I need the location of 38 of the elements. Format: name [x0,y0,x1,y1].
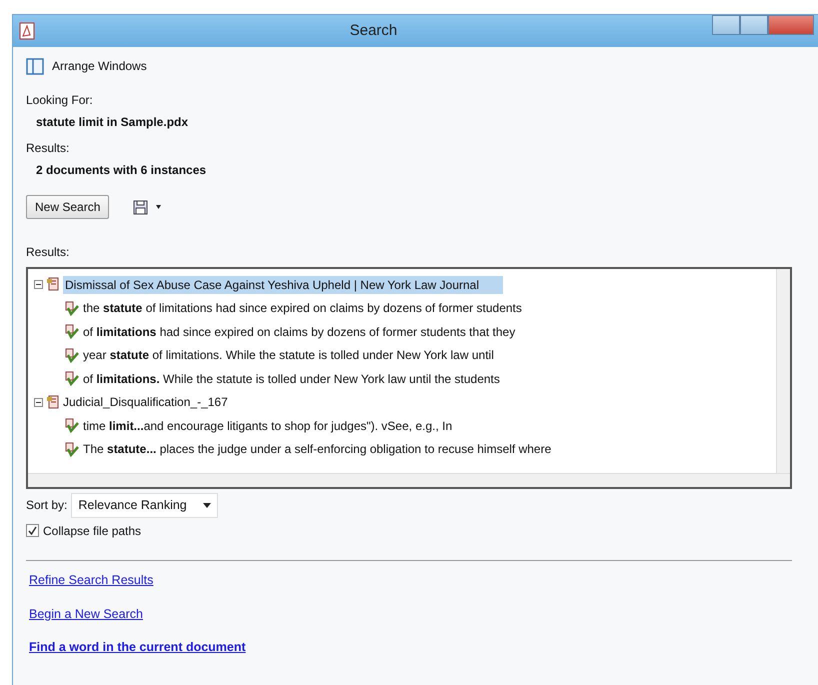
collapse-toggle-icon[interactable] [34,398,43,407]
results-summary: 2 documents with 6 instances [35,162,208,179]
window-title: Search [348,20,398,41]
checkbox-label[interactable]: Collapse file paths [43,522,142,540]
collapse-toggle-icon[interactable] [34,280,43,290]
horizontal-scrollbar[interactable] [28,473,790,487]
pdf-document-icon [46,394,60,410]
vertical-scrollbar[interactable] [776,269,790,473]
save-dropdown-button[interactable] [133,200,162,214]
result-snippet[interactable]: of limitations had since expired on claims by dozens of former students that they [83,322,516,341]
result-snippet[interactable]: the statute of limitations had since expired on claims by dozens of former students [83,299,522,318]
results-label: Results: [26,140,70,157]
collapse-paths-checkbox[interactable] [26,524,39,538]
minimize-button[interactable] [712,15,740,35]
document-title[interactable]: Judicial_Disqualification_-_167 [63,393,228,412]
task-link[interactable]: Find a word in the current document [29,638,246,657]
result-snippet[interactable]: year statute of limitations. While the statute is tolled under New York law until [83,346,494,364]
window-layout-icon [26,58,44,74]
task-link[interactable]: Refine Search Results [29,570,154,590]
result-snippet[interactable]: of limitations. While the statute is tolled under New York law until the students [83,370,500,388]
results-list-label: Results: [26,244,70,261]
document-title[interactable]: Dismissal of Sex Abuse Case Against Yeshiva Upheld | New York Law Journal [63,276,504,294]
sort-label: Sort by: [26,497,68,514]
caret-icon [202,502,211,508]
sort-dropdown[interactable]: Relevance Ranking [71,493,218,518]
caret-icon [156,205,162,209]
pdf-icon [19,22,35,40]
close-button[interactable] [768,15,814,35]
pdf-document-icon [46,277,60,292]
search-query: statute limit in Sample.pdx [35,114,190,131]
result-snippet[interactable]: The statute... places the judge under a self-enforcing obligation to recuse himself where [83,440,552,458]
result-snippet[interactable]: time limit...and encourage litigants to shop for judges"). vSee, e.g., In [83,416,452,435]
maximize-button[interactable] [740,15,768,35]
looking-for-label: Looking For: [26,92,94,109]
arrange-windows-button[interactable]: Arrange Windows [26,57,147,75]
save-icon [133,200,148,214]
task-link[interactable]: Begin a New Search [29,604,143,624]
new-search-button[interactable]: New Search [26,195,110,219]
